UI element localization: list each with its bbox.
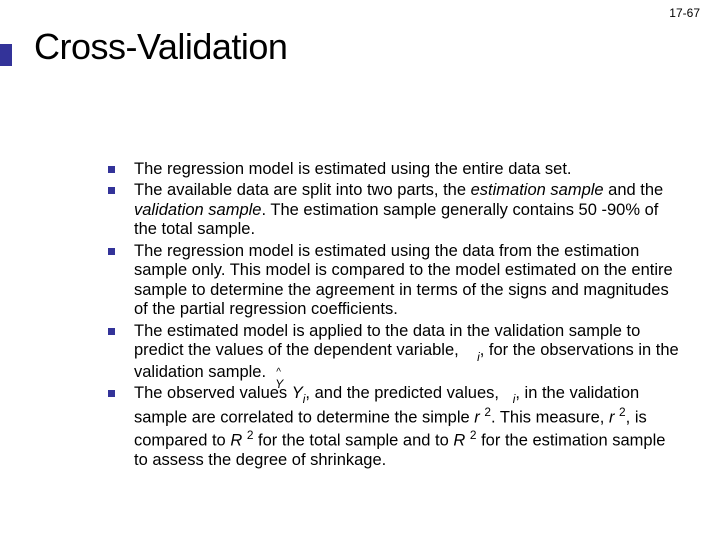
slide-title: Cross-Validation — [34, 26, 684, 68]
bullet-item: The observed values Yi, and the predicte… — [94, 384, 680, 471]
title-accent-bar — [0, 44, 12, 66]
body-area: The regression model is estimated using … — [94, 160, 680, 473]
bullet-item: The regression model is estimated using … — [94, 160, 680, 179]
slide: 17-67 Cross-Validation The regression mo… — [0, 0, 720, 540]
page-number: 17-67 — [669, 6, 700, 20]
bullet-item: The regression model is estimated using … — [94, 242, 680, 320]
title-area: Cross-Validation — [34, 26, 684, 68]
bullet-list: The regression model is estimated using … — [94, 160, 680, 471]
bullet-item: The available data are split into two pa… — [94, 181, 680, 239]
bullet-item: The estimated model is applied to the da… — [94, 322, 680, 382]
